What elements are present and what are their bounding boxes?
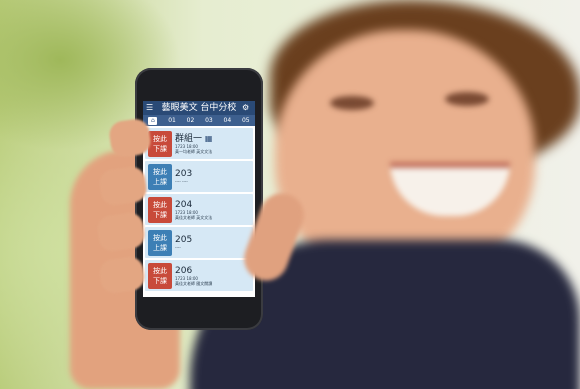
- tab-home-icon[interactable]: ⌂: [148, 116, 158, 125]
- room-name: 206: [175, 265, 193, 276]
- room-meta-line1: ---- ----: [175, 179, 188, 184]
- room-row: 按此 下課 群組一 ▦ 1723 18:00 黃一均老師 英文文法: [145, 128, 253, 159]
- room-row: 按此 下課 204 1723 18:00 黃佳文老師 英文文法: [145, 194, 253, 225]
- tab-03[interactable]: 03: [205, 117, 213, 124]
- phone-screen: ☰ 藝眼美文 台中分校 ⚙ ⌂ 01 02 03 04 05 按此 下課 群組一…: [143, 101, 255, 297]
- tab-05[interactable]: 05: [242, 117, 250, 124]
- room-meta-line2: 黃佳文老師 英文文法: [175, 214, 213, 220]
- room-name: 205: [175, 235, 193, 245]
- button-label-line1: 按此: [153, 167, 167, 176]
- room-list: 按此 下課 群組一 ▦ 1723 18:00 黃一均老師 英文文法 按此 上課: [143, 128, 255, 291]
- button-label-line1: 按此: [153, 134, 167, 143]
- tab-01[interactable]: 01: [168, 117, 176, 124]
- button-label-line1: 按此: [153, 200, 167, 209]
- start-class-button[interactable]: 按此 上課: [148, 229, 172, 256]
- app-header: ☰ 藝眼美文 台中分校 ⚙: [143, 101, 255, 115]
- room-info: 206 1723 18:00 黃佳文老師 國文閱讀: [175, 266, 253, 286]
- room-info: 203 ---- ----: [175, 169, 253, 184]
- room-name: 群組一: [175, 133, 203, 144]
- app-title: 藝眼美文 台中分校: [161, 103, 237, 113]
- tab-04[interactable]: 04: [224, 117, 232, 124]
- end-class-button[interactable]: 按此 下課: [148, 196, 172, 223]
- end-class-button[interactable]: 按此 下課: [148, 262, 172, 289]
- photo-background: ☰ 藝眼美文 台中分校 ⚙ ⌂ 01 02 03 04 05 按此 下課 群組一…: [0, 0, 580, 389]
- start-class-button[interactable]: 按此 上課: [148, 163, 172, 190]
- room-info: 205 ----: [175, 235, 253, 250]
- menu-icon[interactable]: ☰: [146, 101, 156, 115]
- button-label-line1: 按此: [153, 266, 167, 275]
- person-left-eye: [330, 96, 374, 110]
- button-label-line2: 上課: [153, 177, 167, 186]
- room-name: 204: [175, 199, 193, 210]
- button-label-line2: 下課: [153, 144, 167, 153]
- tab-bar: ⌂ 01 02 03 04 05: [143, 115, 255, 126]
- room-row: 按此 上課 205 ----: [145, 227, 253, 258]
- room-row: 按此 下課 206 1723 18:00 黃佳文老師 國文閱讀: [145, 260, 253, 291]
- gear-icon[interactable]: ⚙: [242, 101, 252, 115]
- button-label-line2: 下課: [153, 276, 167, 285]
- grid-icon[interactable]: ▦: [205, 134, 213, 144]
- room-meta-line1: ----: [175, 245, 181, 250]
- room-name: 203: [175, 169, 193, 179]
- room-info: 群組一 ▦ 1723 18:00 黃一均老師 英文文法: [175, 134, 253, 154]
- person-right-eye: [445, 92, 489, 106]
- room-meta-line2: 黃一均老師 英文文法: [175, 148, 213, 154]
- room-meta-line2: 黃佳文老師 國文閱讀: [175, 280, 213, 286]
- end-class-button[interactable]: 按此 下課: [148, 130, 172, 157]
- button-label-line2: 下課: [153, 210, 167, 219]
- room-row: 按此 上課 203 ---- ----: [145, 161, 253, 192]
- room-info: 204 1723 18:00 黃佳文老師 英文文法: [175, 200, 253, 220]
- button-label-line2: 上課: [153, 243, 167, 252]
- tab-02[interactable]: 02: [187, 117, 195, 124]
- smartphone: ☰ 藝眼美文 台中分校 ⚙ ⌂ 01 02 03 04 05 按此 下課 群組一…: [135, 68, 263, 330]
- button-label-line1: 按此: [153, 233, 167, 242]
